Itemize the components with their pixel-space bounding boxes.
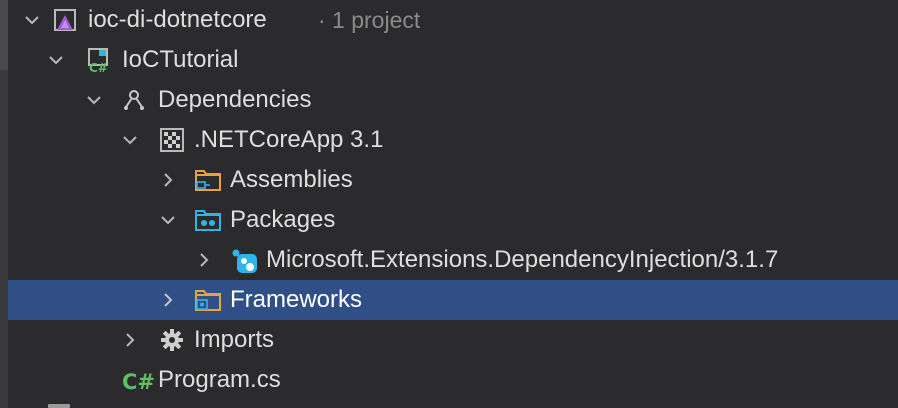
dependencies-icon (120, 88, 148, 112)
gutter-marker (0, 0, 8, 70)
tree-row-frameworks[interactable]: Frameworks (8, 280, 898, 320)
csharp-badge: C# (122, 370, 155, 394)
chevron-right-icon[interactable] (194, 250, 214, 270)
framework-target-label: .NETCoreApp 3.1 (194, 126, 384, 153)
frameworks-label: Frameworks (230, 286, 363, 313)
tree-row-solution[interactable]: ioc-di-dotnetcore · 1 project (8, 0, 898, 40)
solution-project-count: · 1 project (318, 7, 421, 33)
gear-icon (158, 328, 186, 352)
imports-label: Imports (194, 326, 275, 353)
project-name: IoCTutorial (122, 46, 239, 73)
next-row-stub (48, 404, 70, 408)
chevron-down-icon[interactable] (158, 210, 178, 230)
assemblies-label: Assemblies (230, 166, 353, 193)
tree-row-framework-target[interactable]: .NETCoreApp 3.1 (8, 120, 898, 160)
assemblies-folder-icon (194, 168, 222, 192)
chevron-down-icon[interactable] (84, 90, 104, 110)
tree-row-program-file[interactable]: C# Program.cs (8, 360, 898, 400)
chevron-right-icon[interactable] (158, 290, 178, 310)
solution-icon (52, 8, 80, 32)
solution-explorer-tree: ioc-di-dotnetcore · 1 project C# IoCTuto… (0, 0, 898, 408)
program-file-label: Program.cs (158, 366, 281, 393)
chevron-right-icon[interactable] (120, 330, 140, 350)
dependencies-label: Dependencies (158, 86, 312, 113)
tree-row-project[interactable]: C# IoCTutorial (8, 40, 898, 80)
csharp-file-icon: C# (120, 366, 160, 394)
framework-target-icon (158, 128, 186, 152)
package-label: Microsoft.Extensions.DependencyInjection… (266, 246, 779, 273)
tree-row-assemblies[interactable]: Assemblies (8, 160, 898, 200)
tree-gutter (0, 0, 8, 408)
nuget-package-icon (230, 248, 258, 273)
chevron-down-icon[interactable] (120, 130, 140, 150)
csharp-project-icon: C# (86, 48, 114, 74)
chevron-down-icon[interactable] (46, 50, 66, 70)
tree-row-imports[interactable]: Imports (8, 320, 898, 360)
tree-row-package[interactable]: Microsoft.Extensions.DependencyInjection… (8, 240, 898, 280)
solution-name: ioc-di-dotnetcore (88, 6, 267, 33)
frameworks-folder-icon (194, 288, 222, 312)
chevron-down-icon[interactable] (22, 10, 42, 30)
chevron-right-icon[interactable] (158, 170, 178, 190)
packages-label: Packages (230, 206, 336, 233)
tree-row-packages[interactable]: Packages (8, 200, 898, 240)
packages-folder-icon (194, 208, 222, 232)
svg-text:C#: C# (89, 61, 108, 74)
tree-row-dependencies[interactable]: Dependencies (8, 80, 898, 120)
